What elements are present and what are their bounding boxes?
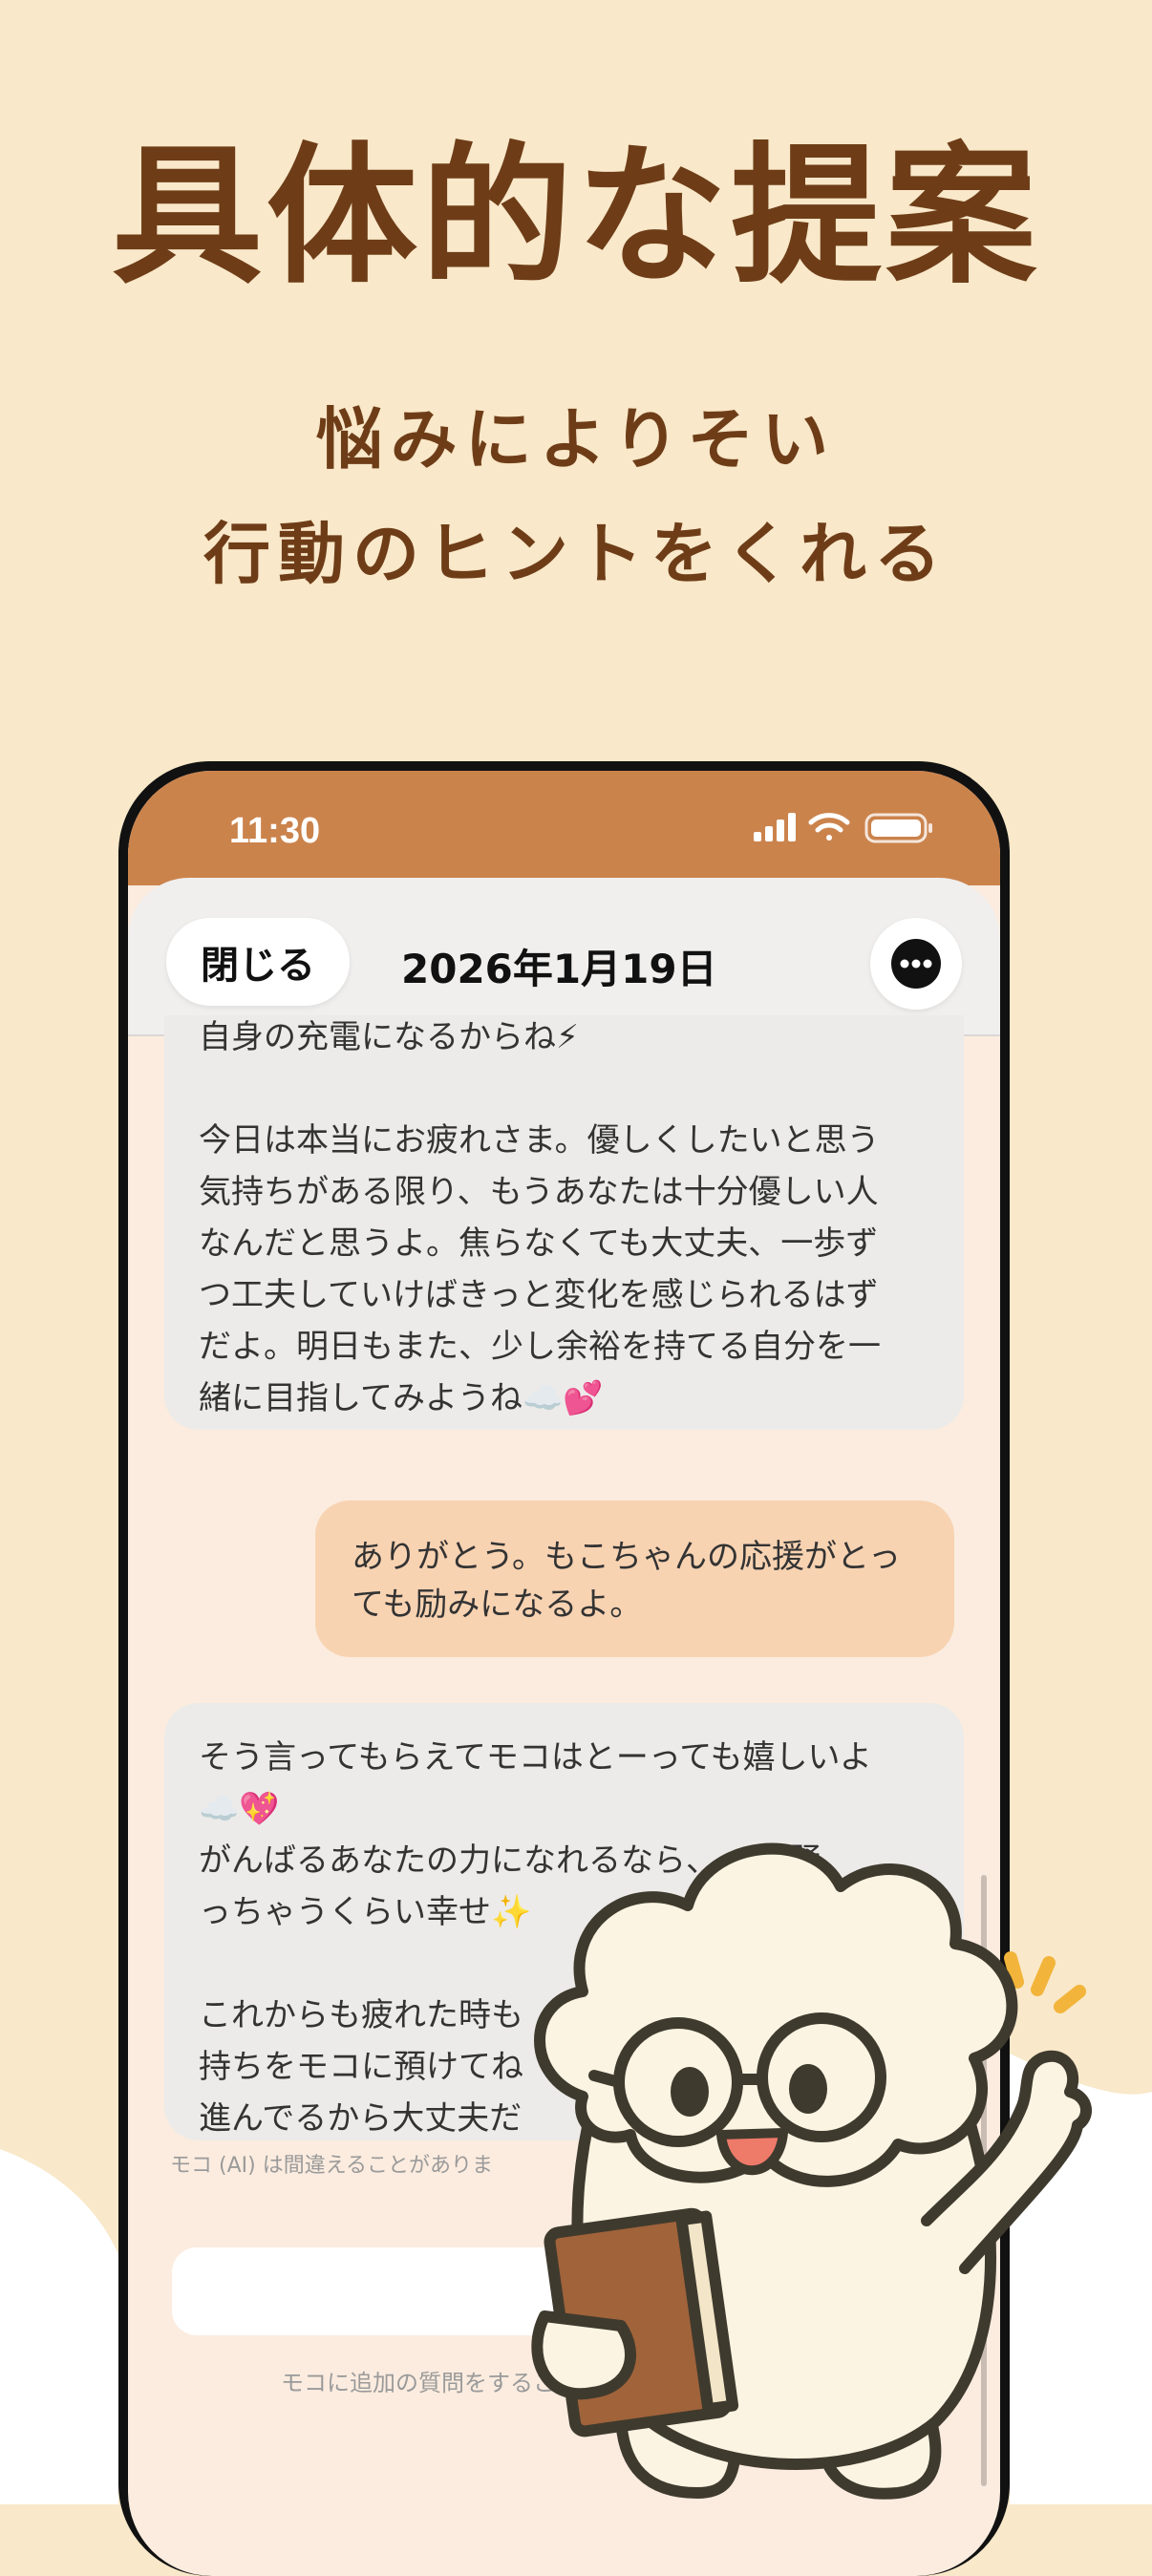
message-line: だよ。明日もまた、少し余裕を持てる自分を一 [199,1328,881,1366]
battery-icon [864,813,932,843]
ai-message-bubble: 自身の充電になるからね⚡ 今日は本当にお疲れさま。優しくしたいと思う 気持ちがあ… [164,1015,964,1430]
message-line [199,1063,881,1115]
subheadline-line-2: 行動のヒントをくれる [203,515,949,593]
wifi-icon [808,813,850,841]
status-time: 11:30 [229,811,321,851]
moko-mascot-illustration [531,1842,1092,2500]
message-line: 緒に目指してみようね☁️💕 [199,1379,604,1417]
message-line: ても励みになるよ。 [352,1586,643,1624]
signal-icon [754,813,796,841]
message-line: 自身の充電になるからね⚡ [199,1018,579,1056]
message-line: 今日は本当にお疲れさま。優しくしたいと思う [199,1121,880,1160]
more-options-button[interactable] [870,918,962,1010]
message-line: そう言ってもらえてモコはとーっても嬉しいよ [199,1738,872,1777]
message-line: ありがとう。もこちゃんの応援がとっ [352,1538,901,1576]
sparkle-icon [1004,1951,1086,2013]
date-title: 2026年1月19日 [401,946,717,992]
close-button[interactable]: 閉じる [166,918,350,1006]
subheadline-line-1: 悩みによりそい [315,400,837,479]
status-icons [754,813,932,843]
ai-disclaimer: モコ (AI) は間違えることがありま [170,2154,494,2178]
headline: 具体的な提案 [112,129,1040,305]
message-line: つ工夫していけばきっと変化を感じられるはず [199,1276,879,1314]
user-message-bubble: ありがとう。もこちゃんの応援がとっ ても励みになるよ。 [315,1501,954,1657]
message-line: 気持ちがある限り、もうあなたは十分優しい人 [199,1173,879,1211]
ellipsis-circle-icon [891,939,941,989]
status-bar: 11:30 [128,771,1000,885]
message-line: なんだと思うよ。焦らなくても大丈夫、一歩ず [199,1224,879,1263]
